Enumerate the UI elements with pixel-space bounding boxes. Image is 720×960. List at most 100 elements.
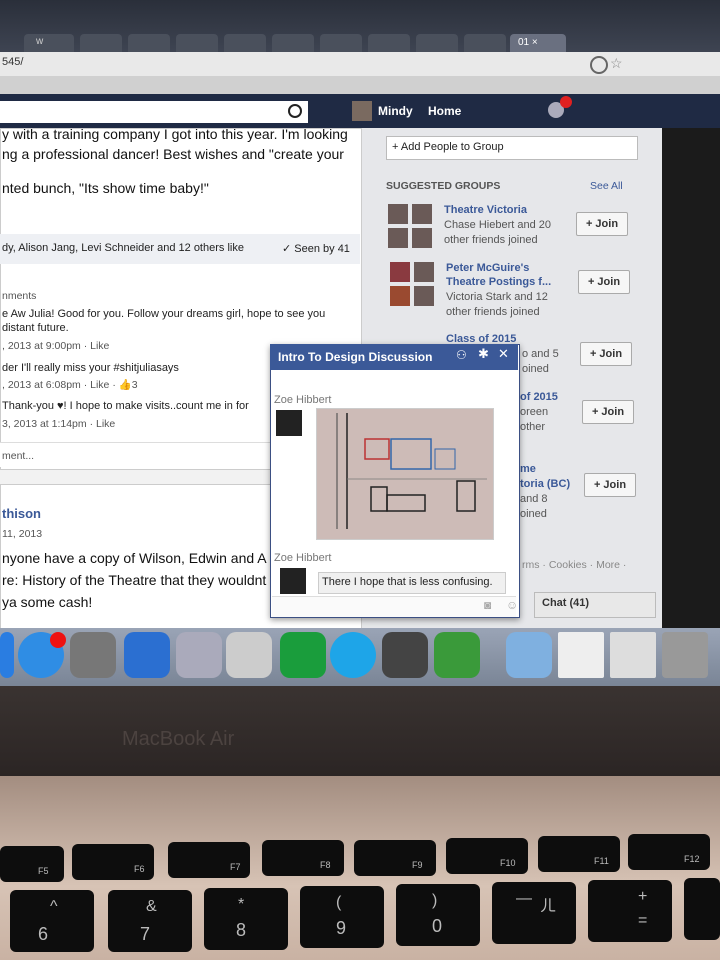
join-button[interactable]: + Join (578, 270, 630, 294)
word-icon[interactable] (124, 632, 170, 678)
comments-label: nments (2, 290, 37, 302)
see-all-link[interactable]: See All (590, 180, 623, 192)
join-button[interactable]: + Join (580, 342, 632, 366)
camera-icon[interactable]: ◙ (484, 598, 491, 612)
excel-icon[interactable] (280, 632, 326, 678)
comment-meta[interactable]: , 2013 at 6:08pm · Like · 👍3 (2, 378, 138, 391)
comment-meta[interactable]: , 2013 at 9:00pm · Like (2, 340, 109, 352)
join-button[interactable]: + Join (582, 400, 634, 424)
notification-badge (560, 96, 572, 108)
key-f7[interactable]: F7 (168, 842, 250, 878)
footer-links[interactable]: rms · Cookies · More · (522, 559, 626, 571)
avatar[interactable] (352, 101, 372, 121)
message-text: There I hope that is less confusing. (322, 576, 493, 588)
search-icon[interactable] (288, 104, 302, 118)
group-name[interactable]: me (520, 463, 536, 475)
group-thumbnail[interactable] (412, 228, 432, 248)
group-name[interactable]: Theatre Victoria (444, 204, 527, 216)
key-delete[interactable] (684, 878, 720, 940)
group-sub: other (520, 421, 546, 433)
group-thumbnail[interactable] (388, 228, 408, 248)
browser-tab-active[interactable]: 01 × (510, 34, 566, 52)
applications-folder-icon[interactable] (506, 632, 552, 678)
key-7[interactable]: & 7 (108, 890, 192, 952)
evernote-icon[interactable] (434, 632, 480, 678)
document-icon[interactable] (610, 632, 656, 678)
search-input[interactable] (0, 101, 308, 123)
group-thumbnail[interactable] (390, 262, 410, 282)
chat-title[interactable]: Intro To Design Discussion (278, 350, 432, 364)
post-text: ya some cash! (2, 594, 93, 610)
star-icon[interactable]: ☆ (610, 55, 623, 72)
mail-icon[interactable] (176, 632, 222, 678)
add-friend-icon[interactable]: ⚇ (456, 348, 467, 362)
key-8[interactable]: * 8 (204, 888, 288, 950)
key-f9[interactable]: F9 (354, 840, 436, 876)
finder-icon[interactable] (0, 632, 14, 678)
comment-placeholder: ment... (2, 450, 35, 462)
document-icon[interactable] (558, 632, 604, 678)
browser-tab[interactable] (128, 34, 170, 52)
sender-avatar[interactable] (276, 410, 302, 436)
comment-meta[interactable]: 3, 2013 at 1:14pm · Like (2, 418, 115, 430)
post-text: re: History of the Theatre that they wou… (2, 572, 267, 588)
key-f5[interactable]: F5 (0, 846, 64, 882)
emoticon-icon[interactable]: ☺ (506, 598, 518, 612)
join-button[interactable]: + Join (584, 473, 636, 497)
browser-tab[interactable] (224, 34, 266, 52)
gear-icon[interactable]: ✱ (478, 346, 489, 362)
key-f11[interactable]: F11 (538, 836, 620, 872)
shared-image[interactable] (316, 408, 494, 540)
post-date[interactable]: 11, 2013 (2, 528, 42, 540)
browser-tab[interactable] (368, 34, 410, 52)
group-name[interactable]: toria (BC) (520, 478, 570, 490)
browser-tab[interactable]: w (24, 34, 74, 52)
home-link[interactable]: Home (428, 104, 461, 118)
screen-bezel (0, 686, 720, 776)
browser-tab[interactable] (80, 34, 122, 52)
key-f10[interactable]: F10 (446, 838, 528, 874)
key-0[interactable]: ) 0 (396, 884, 480, 946)
group-thumbnail[interactable] (388, 204, 408, 224)
group-sub: oreen (520, 406, 549, 418)
url-text: 545/ (2, 56, 24, 68)
join-button[interactable]: + Join (576, 212, 628, 236)
post-author[interactable]: thison (2, 506, 41, 521)
group-sub: o and 5 (522, 348, 559, 360)
group-name[interactable]: of 2015 (520, 391, 558, 403)
group-name[interactable]: Theatre Postings f... (446, 276, 551, 288)
key-minus[interactable]: — ㄦ (492, 882, 576, 944)
key-f8[interactable]: F8 (262, 840, 344, 876)
key-9[interactable]: (9 (300, 886, 384, 948)
browser-tab[interactable] (416, 34, 458, 52)
group-sub: other friends joined (446, 306, 540, 318)
chat-input[interactable] (272, 596, 516, 617)
post-text: ng a professional dancer! Best wishes an… (2, 146, 344, 162)
group-thumbnail[interactable] (414, 262, 434, 282)
browser-tab[interactable] (464, 34, 506, 52)
group-thumbnail[interactable] (414, 286, 434, 306)
post-text: nted bunch, "Its show time baby!" (2, 180, 209, 196)
zoom-icon[interactable] (590, 56, 608, 74)
sender-avatar[interactable] (280, 568, 306, 594)
brand-label: MacBook Air (122, 728, 235, 750)
imovie-icon[interactable] (382, 632, 428, 678)
group-name[interactable]: Peter McGuire's (446, 262, 529, 274)
trash-icon[interactable] (662, 632, 708, 678)
photo-booth-icon[interactable] (226, 632, 272, 678)
skype-icon[interactable] (330, 632, 376, 678)
group-thumbnail[interactable] (412, 204, 432, 224)
system-preferences-icon[interactable] (70, 632, 116, 678)
browser-tab[interactable] (320, 34, 362, 52)
comment-text: der I'll really miss your #shitjuliasays (2, 362, 179, 374)
key-equals[interactable]: + = (588, 880, 672, 942)
group-thumbnail[interactable] (390, 286, 410, 306)
close-icon[interactable]: ✕ (498, 346, 509, 362)
profile-link[interactable]: Mindy (378, 104, 413, 118)
browser-tab[interactable] (176, 34, 218, 52)
likes-text: dy, Alison Jang, Levi Schneider and 12 o… (2, 242, 244, 254)
key-f6[interactable]: F6 (72, 844, 154, 880)
key-f12[interactable]: F12 (628, 834, 710, 870)
browser-tab[interactable] (272, 34, 314, 52)
key-6[interactable]: ^ 6 (10, 890, 94, 952)
